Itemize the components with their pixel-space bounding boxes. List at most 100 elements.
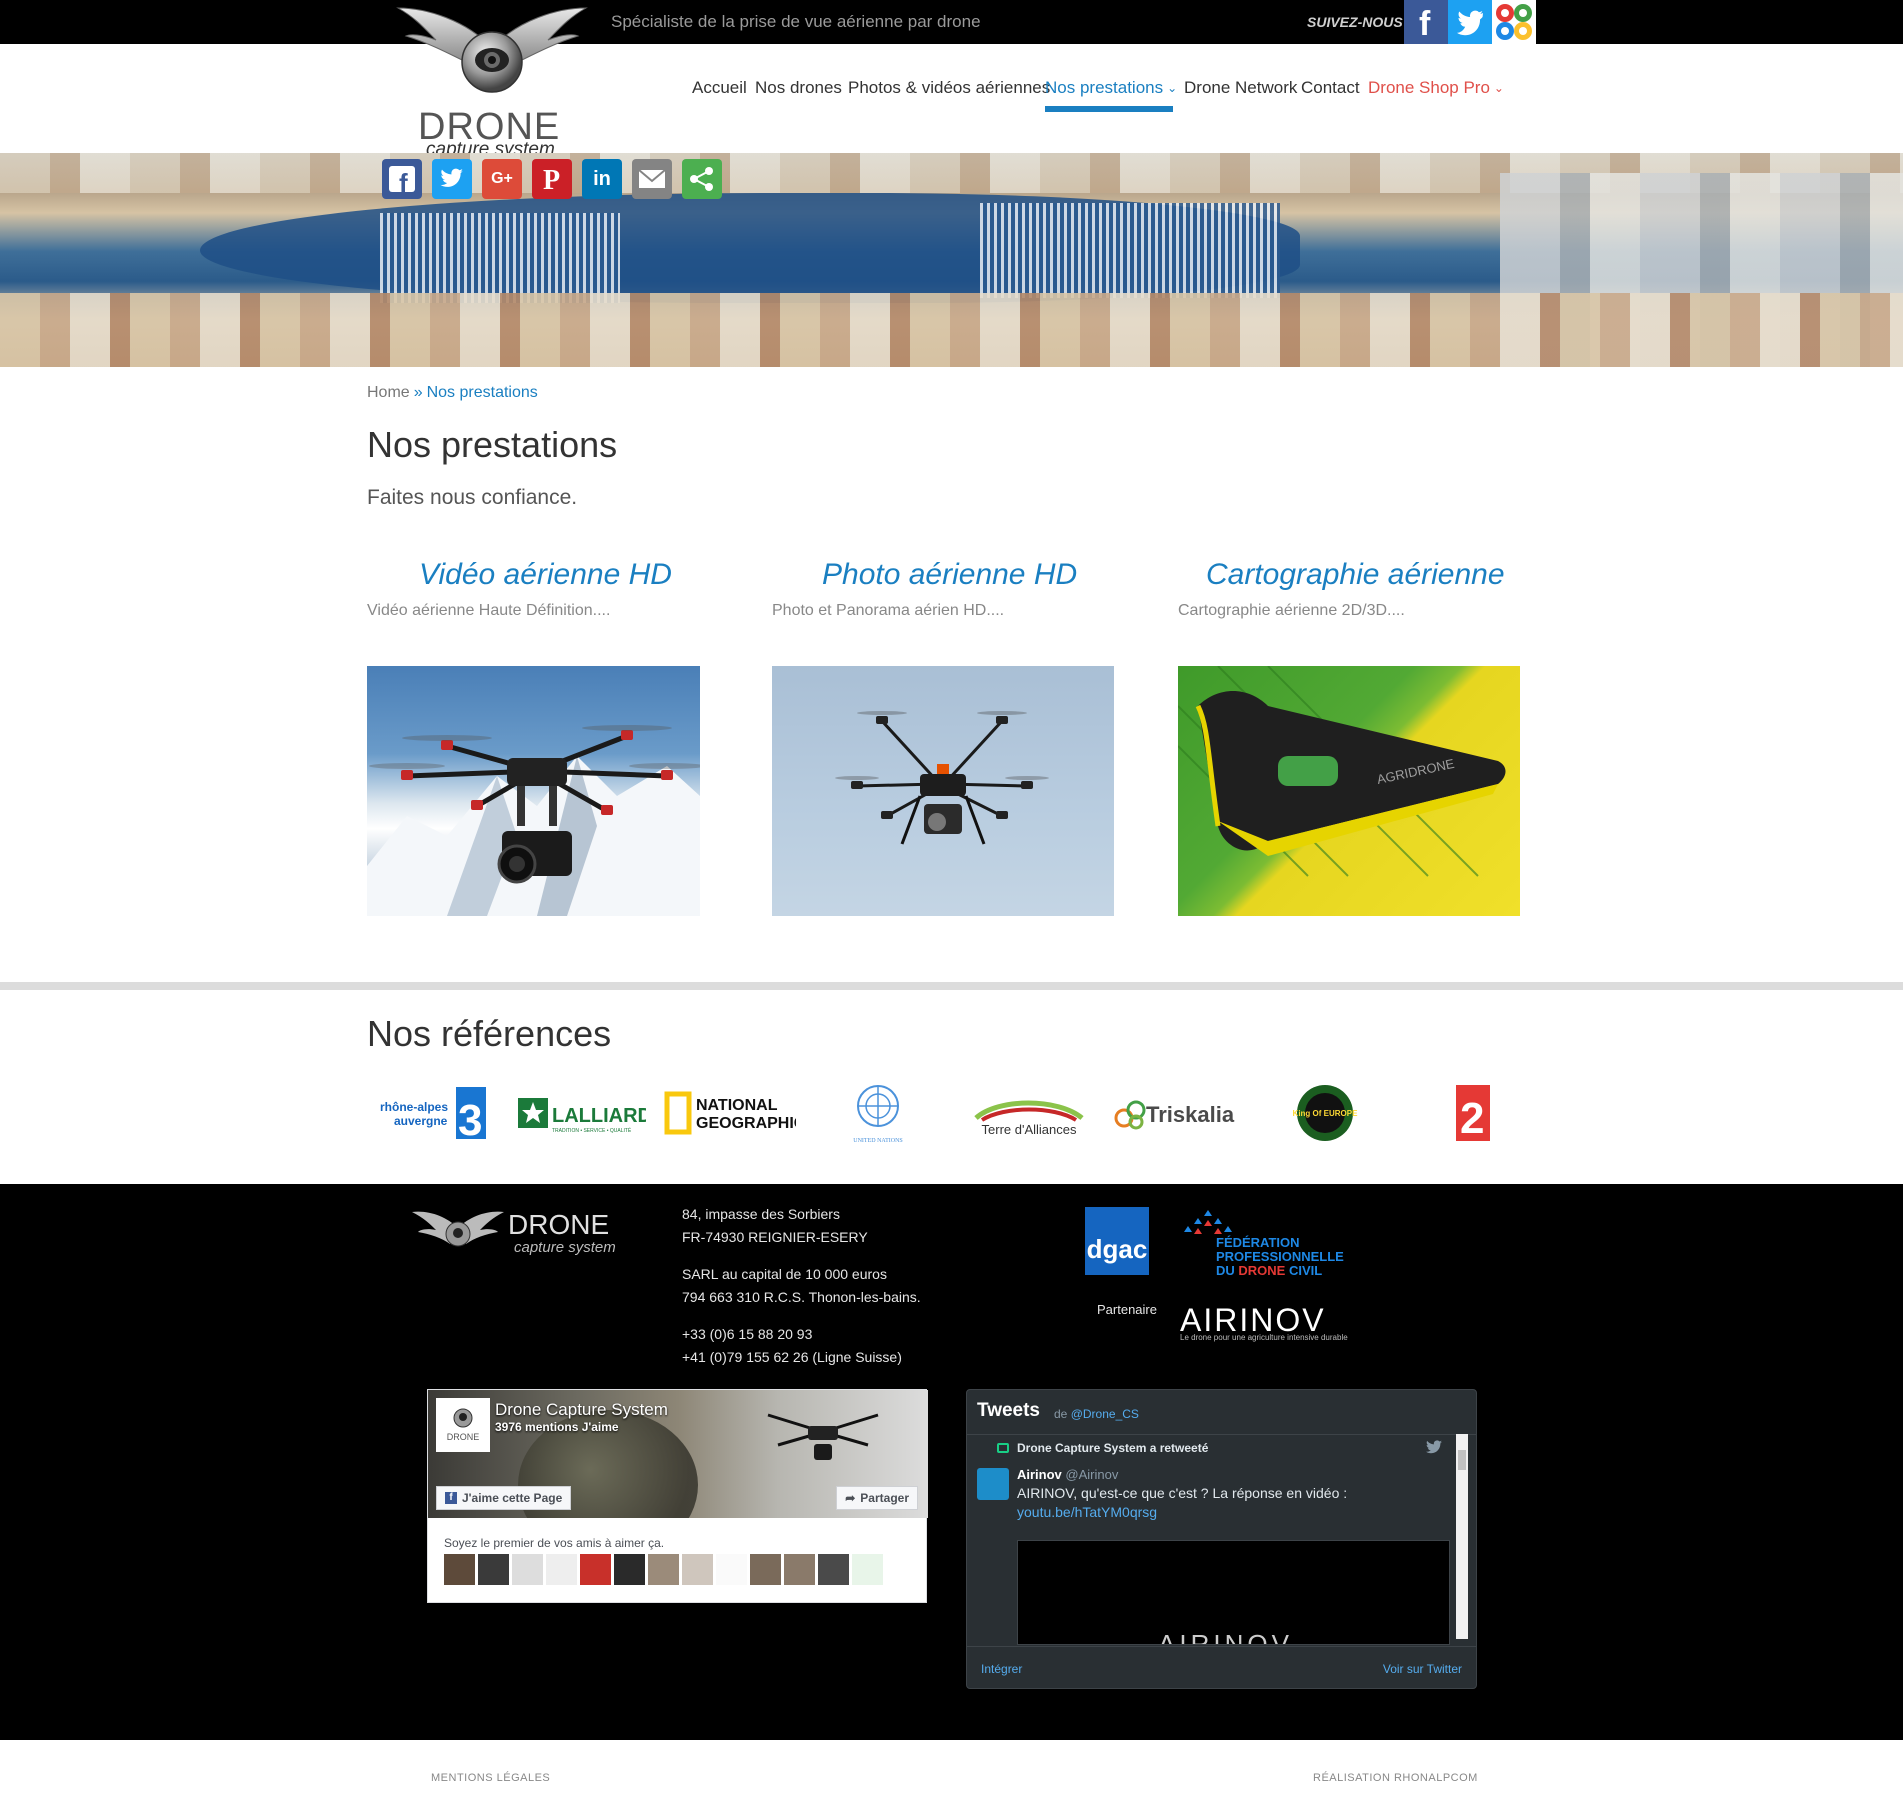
france3-line2: auvergne [394, 1114, 448, 1128]
pinterest-icon[interactable]: P [532, 159, 572, 199]
airinov-tagline: Le drone pour une agriculture intensive … [1180, 1333, 1348, 1342]
breadcrumb: Home» Nos prestations [367, 384, 538, 402]
service-title-cartography[interactable]: Cartographie aérienne [1206, 558, 1505, 592]
facebook-icon: f [445, 1492, 457, 1504]
tweet-author-handle: @Airinov [1065, 1467, 1119, 1482]
reference-logo-france3: rhône-alpes auvergne 3 [378, 1080, 490, 1146]
facebook-share-button[interactable]: ➦ Partager [836, 1486, 918, 1510]
hero-banner [0, 153, 1903, 367]
facebook-icon[interactable]: f [1404, 0, 1448, 44]
hero-marina [980, 203, 1280, 298]
friend-avatar[interactable] [478, 1554, 509, 1585]
follow-us-label: SUIVEZ-NOUS [1307, 14, 1403, 30]
reference-logo-king-of-europe: King Of EUROPE [1286, 1080, 1364, 1146]
google-plus-icon[interactable]: G+ [482, 159, 522, 199]
service-title-photo[interactable]: Photo aérienne HD [822, 558, 1077, 592]
twitter-widget-title: Tweets [977, 1400, 1041, 1421]
hero-marina [380, 213, 620, 303]
svg-text:P: P [543, 165, 560, 196]
facebook-page-name[interactable]: Drone Capture System [495, 1400, 668, 1420]
federation-line-3: DU DRONE CIVIL [1216, 1264, 1344, 1278]
facebook-likes-count: 3976 mentions J'aime [495, 1420, 619, 1434]
video-title: AIRINOV [1158, 1629, 1293, 1645]
footer-company-1: SARL au capital de 10 000 euros [682, 1266, 887, 1282]
nav-item-nos-prestations[interactable]: Nos prestations ⌄ [1045, 78, 1177, 98]
facebook-friend-faces [444, 1554, 883, 1585]
nav-item-drone-shop-pro[interactable]: Drone Shop Pro ⌄ [1368, 78, 1504, 98]
section-divider [0, 982, 1903, 990]
service-image-photo[interactable] [772, 666, 1114, 916]
nav-item-photos-videos[interactable]: Photos & vidéos aériennes [848, 78, 1050, 98]
nav-item-contact[interactable]: Contact [1301, 78, 1360, 98]
linkedin-icon[interactable]: in [582, 159, 622, 199]
service-title-video[interactable]: Vidéo aérienne HD [419, 558, 672, 592]
airinov-avatar[interactable] [977, 1468, 1009, 1500]
friend-avatar[interactable] [546, 1554, 577, 1585]
friend-avatar[interactable] [648, 1554, 679, 1585]
legal-notice-link[interactable]: MENTIONS LÉGALES [431, 1772, 550, 1784]
federation-du: DU [1216, 1263, 1239, 1278]
reference-logo-terre-dalliances: Terre d'Alliances [968, 1080, 1090, 1146]
lalliard-name: LALLIARD [552, 1105, 646, 1127]
facebook-friends-text: Soyez le premier de vos amis à aimer ça. [444, 1536, 665, 1550]
service-image-cartography[interactable]: AGRIDRONE [1178, 666, 1520, 916]
twitter-bird-icon[interactable] [1426, 1440, 1442, 1457]
friend-avatar[interactable] [818, 1554, 849, 1585]
share-arrow-icon: ➦ [845, 1491, 856, 1505]
nav-item-accueil[interactable]: Accueil [692, 78, 747, 98]
footer-phone-2: +41 (0)79 155 62 26 (Ligne Suisse) [682, 1349, 902, 1365]
friend-avatar[interactable] [852, 1554, 883, 1585]
svg-text:f: f [1419, 5, 1431, 43]
tweet-author-name: Airinov [1017, 1467, 1062, 1482]
facebook-like-button[interactable]: f J'aime cette Page [436, 1486, 572, 1510]
friend-avatar[interactable] [614, 1554, 645, 1585]
nav-item-drone-network[interactable]: Drone Network [1184, 78, 1297, 98]
reference-logo-triskalia: Triskalia [1112, 1080, 1242, 1146]
friend-avatar[interactable] [750, 1554, 781, 1585]
france2-badge: 2 [1460, 1094, 1484, 1143]
twitter-handle-link[interactable]: @Drone_CS [1071, 1407, 1139, 1421]
scrollbar-thumb[interactable] [1458, 1450, 1466, 1470]
service-image-video[interactable] [367, 666, 700, 916]
nav-item-label: Nos prestations [1045, 78, 1164, 97]
federation-logo: FÉDÉRATION PROFESSIONNELLE DU DRONE CIVI… [1216, 1236, 1344, 1278]
breadcrumb-home[interactable]: Home [367, 384, 410, 401]
twitter-icon[interactable] [432, 159, 472, 199]
twitter-embed-link[interactable]: Intégrer [981, 1662, 1022, 1676]
footer-logo-sub: capture system [514, 1239, 616, 1256]
terre-label: Terre d'Alliances [982, 1122, 1077, 1137]
retweet-icon [997, 1443, 1009, 1453]
friend-avatar[interactable] [580, 1554, 611, 1585]
share-more-icon[interactable] [682, 159, 722, 199]
reference-logo-lalliard: LALLIARD TRADITION • SERVICE • QUALITÉ [516, 1080, 646, 1146]
facebook-page-avatar[interactable]: DRONE [436, 1398, 490, 1452]
tweet-video-preview[interactable]: AIRINOV [1017, 1540, 1450, 1645]
twitter-scrollbar[interactable] [1456, 1434, 1468, 1639]
nav-item-nos-drones[interactable]: Nos drones [755, 78, 842, 98]
twitter-icon[interactable] [1448, 0, 1492, 44]
footer-logo-wordmark: DRONE [508, 1209, 609, 1240]
email-icon[interactable] [632, 159, 672, 199]
twitter-view-link[interactable]: Voir sur Twitter [1383, 1662, 1462, 1676]
twitter-widget-byline: de @Drone_CS [1054, 1407, 1139, 1421]
dgac-logo[interactable]: dgac [1085, 1207, 1149, 1275]
credit-link[interactable]: RÉALISATION RHONALPCOM [1313, 1772, 1478, 1784]
friend-avatar[interactable] [444, 1554, 475, 1585]
triskalia-name: Triskalia [1146, 1102, 1235, 1127]
footer-phone-1: +33 (0)6 15 88 20 93 [682, 1326, 813, 1342]
references-title: Nos références [367, 1013, 612, 1054]
footer-company-2: 794 663 310 R.C.S. Thonon-les-bains. [682, 1289, 921, 1305]
tweet-link[interactable]: youtu.be/hTatYM0qrsg [1017, 1504, 1157, 1520]
hero-town-bottom [0, 293, 1903, 367]
facebook-icon[interactable]: f [382, 159, 422, 199]
friend-avatar[interactable] [512, 1554, 543, 1585]
google-plus-icon[interactable] [1492, 0, 1536, 44]
tweet-author[interactable]: Airinov @Airinov [1017, 1467, 1118, 1482]
friend-avatar[interactable] [682, 1554, 713, 1585]
service-desc-photo: Photo et Panorama aérien HD.... [772, 602, 1005, 619]
king-label: King Of EUROPE [1293, 1109, 1359, 1118]
friend-avatar[interactable] [784, 1554, 815, 1585]
lalliard-sub: TRADITION • SERVICE • QUALITÉ [552, 1127, 632, 1134]
svg-text:f: f [399, 168, 408, 198]
friend-avatar[interactable] [716, 1554, 747, 1585]
